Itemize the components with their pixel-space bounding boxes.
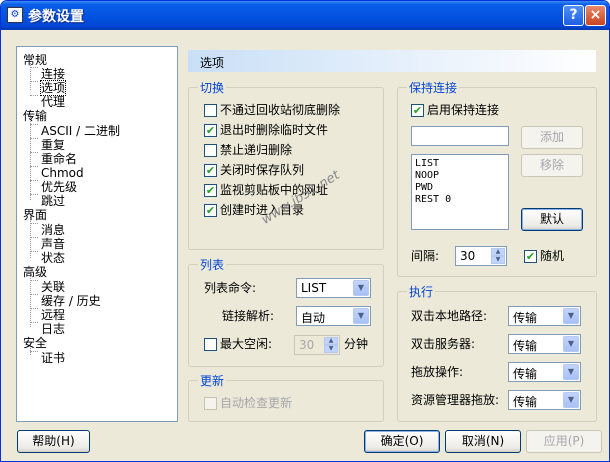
tree-item-messages[interactable]: 消息	[41, 223, 65, 237]
tree-item-general[interactable]: 常规	[23, 53, 47, 67]
select-explorer-drag[interactable]: 传输 ▼	[508, 390, 581, 410]
checkbox-monitor-clipboard[interactable]: ✔	[204, 184, 217, 197]
list-item[interactable]: LIST	[412, 158, 508, 170]
checkbox-permanent-delete[interactable]	[204, 104, 217, 117]
checkbox-auto-update[interactable]	[204, 397, 217, 410]
tree-item-log[interactable]: 日志	[41, 322, 65, 336]
chevron-down-icon[interactable]: ▼	[563, 392, 579, 408]
checkbox-max-idle[interactable]	[204, 338, 217, 351]
select-dblclick-local[interactable]: 传输 ▼	[508, 306, 581, 326]
tree-item-interface[interactable]: 界面	[23, 208, 47, 222]
label-random: 随机	[540, 249, 565, 263]
tree-item-proxy[interactable]: 代理	[41, 95, 65, 109]
chevron-down-icon[interactable]: ▼	[563, 336, 579, 352]
label-link-resolve: 链接解析:	[222, 309, 275, 323]
tree-item-chmod[interactable]: Chmod	[41, 166, 84, 180]
tree-item-ascii-binary[interactable]: ASCII / 二进制	[41, 124, 120, 138]
update-group-label: 更新	[198, 374, 227, 388]
page-title: 选项	[200, 56, 225, 70]
label-delete-temp: 退出时删除临时文件	[220, 123, 329, 137]
input-interval[interactable]: 30 ▲ ▼	[455, 246, 507, 266]
settings-app-icon: ⚙	[7, 7, 23, 23]
settings-tree[interactable]: 常规 连接 选项 代理 传输 ASCII / 二进制 重复 重命名 Chmod …	[16, 46, 178, 422]
select-dblclick-server[interactable]: 传输 ▼	[508, 334, 581, 354]
window-title: 参数设置	[28, 9, 84, 25]
tree-item-association[interactable]: 关联	[41, 280, 65, 294]
tree-item-connection[interactable]: 连接	[41, 67, 65, 81]
checkbox-delete-temp[interactable]: ✔	[204, 124, 217, 137]
label-dblclick-server: 双击服务器:	[411, 337, 476, 351]
tree-item-advanced[interactable]: 高级	[23, 265, 47, 279]
input-keepalive-command[interactable]	[411, 126, 509, 146]
checkbox-random[interactable]: ✔	[524, 250, 537, 263]
tree-item-remote[interactable]: 远程	[41, 308, 65, 322]
label-enable-keepalive: 启用保持连接	[427, 103, 500, 117]
label-no-recursive-delete: 禁止递归删除	[220, 143, 293, 157]
tree-item-sounds[interactable]: 声音	[41, 237, 65, 251]
label-interval: 间隔:	[411, 249, 440, 263]
interval-spinner[interactable]: ▲ ▼	[491, 248, 505, 264]
label-max-idle: 最大空闲:	[220, 337, 273, 351]
select-list-command[interactable]: LIST ▼	[296, 278, 371, 298]
title-bar[interactable]: ⚙ 参数设置 ? ×	[1, 1, 609, 30]
page-header: 选项	[188, 50, 596, 72]
tree-item-security[interactable]: 安全	[23, 336, 47, 350]
default-button[interactable]: 默认	[521, 208, 583, 231]
label-idle-unit: 分钟	[344, 337, 369, 351]
apply-button[interactable]: 应用(P)	[526, 430, 602, 453]
tree-item-priority[interactable]: 优先级	[41, 180, 77, 194]
tree-item-status[interactable]: 状态	[41, 251, 65, 265]
exec-group-label: 执行	[407, 285, 436, 299]
label-save-queue: 关闭时保存队列	[220, 163, 305, 177]
cancel-button[interactable]: 取消(N)	[445, 430, 521, 453]
help-button[interactable]: 帮助(H)	[17, 430, 90, 453]
label-permanent-delete: 不通过回收站彻底删除	[220, 103, 341, 117]
chevron-down-icon[interactable]: ▼	[353, 280, 369, 296]
add-command-button[interactable]: 添加	[521, 126, 583, 149]
close-title-button[interactable]: ×	[585, 5, 606, 26]
label-auto-update: 自动检查更新	[220, 396, 293, 410]
chevron-down-icon[interactable]: ▼	[353, 308, 369, 324]
ok-button[interactable]: 确定(O)	[364, 430, 440, 453]
tree-item-rename[interactable]: 重命名	[41, 152, 77, 166]
list-item[interactable]: REST 0	[412, 194, 508, 206]
label-dblclick-local: 双击本地路径:	[411, 309, 488, 323]
chevron-down-icon[interactable]: ▼	[563, 364, 579, 380]
tree-item-duplicate[interactable]: 重复	[41, 138, 65, 152]
label-list-command: 列表命令:	[204, 281, 257, 295]
tree-item-cache-history[interactable]: 缓存 / 历史	[41, 294, 101, 308]
remove-command-button[interactable]: 移除	[521, 154, 583, 177]
input-max-idle[interactable]: 30 ▲ ▼	[294, 335, 340, 355]
keepalive-group-label: 保持连接	[407, 81, 460, 95]
checkbox-no-recursive-delete[interactable]	[204, 144, 217, 157]
tree-item-options[interactable]: 选项	[39, 80, 67, 96]
keepalive-command-list[interactable]: LIST NOOP PWD REST 0	[411, 154, 509, 230]
tree-item-certificates[interactable]: 证书	[41, 351, 65, 365]
dialog-window: ⚙ 参数设置 ? × 常规 连接 选项 代理 传输 ASCII / 二进制 重复…	[0, 0, 610, 462]
tree-item-skip[interactable]: 跳过	[41, 194, 65, 208]
list-group-label: 列表	[198, 258, 227, 272]
help-title-button[interactable]: ?	[563, 5, 584, 26]
select-link-resolve[interactable]: 自动 ▼	[296, 306, 371, 326]
chevron-down-icon[interactable]: ▼	[563, 308, 579, 324]
switch-group-label: 切换	[198, 81, 227, 95]
checkbox-enable-keepalive[interactable]: ✔	[411, 104, 424, 117]
checkbox-enter-dir[interactable]: ✔	[204, 204, 217, 217]
checkbox-save-queue[interactable]: ✔	[204, 164, 217, 177]
label-drag-drop: 拖放操作:	[411, 365, 464, 379]
tree-item-transfer[interactable]: 传输	[23, 109, 47, 123]
label-explorer-drag: 资源管理器拖放:	[411, 393, 500, 407]
list-item[interactable]: PWD	[412, 182, 508, 194]
list-item[interactable]: NOOP	[412, 170, 508, 182]
idle-spinner[interactable]: ▲ ▼	[324, 337, 338, 353]
select-drag-drop[interactable]: 传输 ▼	[508, 362, 581, 382]
